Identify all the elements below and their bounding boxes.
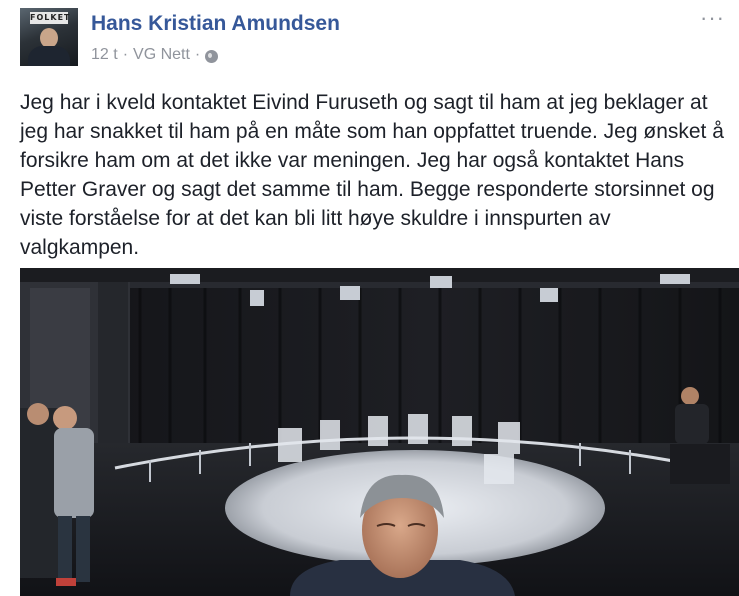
globe-icon[interactable]: [205, 49, 219, 63]
post-text: Jeg har i kveld kontaktet Eivind Furuset…: [20, 88, 725, 262]
avatar[interactable]: FOLKET: [20, 8, 78, 66]
post-header: FOLKET Hans Kristian Amundsen 12 t · VG …: [20, 7, 729, 68]
avatar-suit: [28, 46, 70, 66]
meta-separator-2: ·: [194, 46, 201, 63]
post-timestamp[interactable]: 12 t: [91, 46, 118, 64]
meta-separator: ·: [122, 46, 129, 63]
facebook-post: FOLKET Hans Kristian Amundsen 12 t · VG …: [0, 0, 739, 596]
avatar-head: [40, 28, 58, 48]
post-meta: 12 t · VG Nett ·: [91, 46, 219, 64]
author-name[interactable]: Hans Kristian Amundsen: [91, 12, 340, 36]
tv-studio-image: [20, 268, 739, 596]
post-source[interactable]: VG Nett: [133, 46, 190, 64]
more-options-button[interactable]: ···: [700, 7, 725, 29]
post-photo[interactable]: [20, 268, 739, 596]
post-text-body: Jeg har i kveld kontaktet Eivind Furuset…: [20, 91, 724, 259]
avatar-sign-text: FOLKET: [30, 12, 71, 24]
